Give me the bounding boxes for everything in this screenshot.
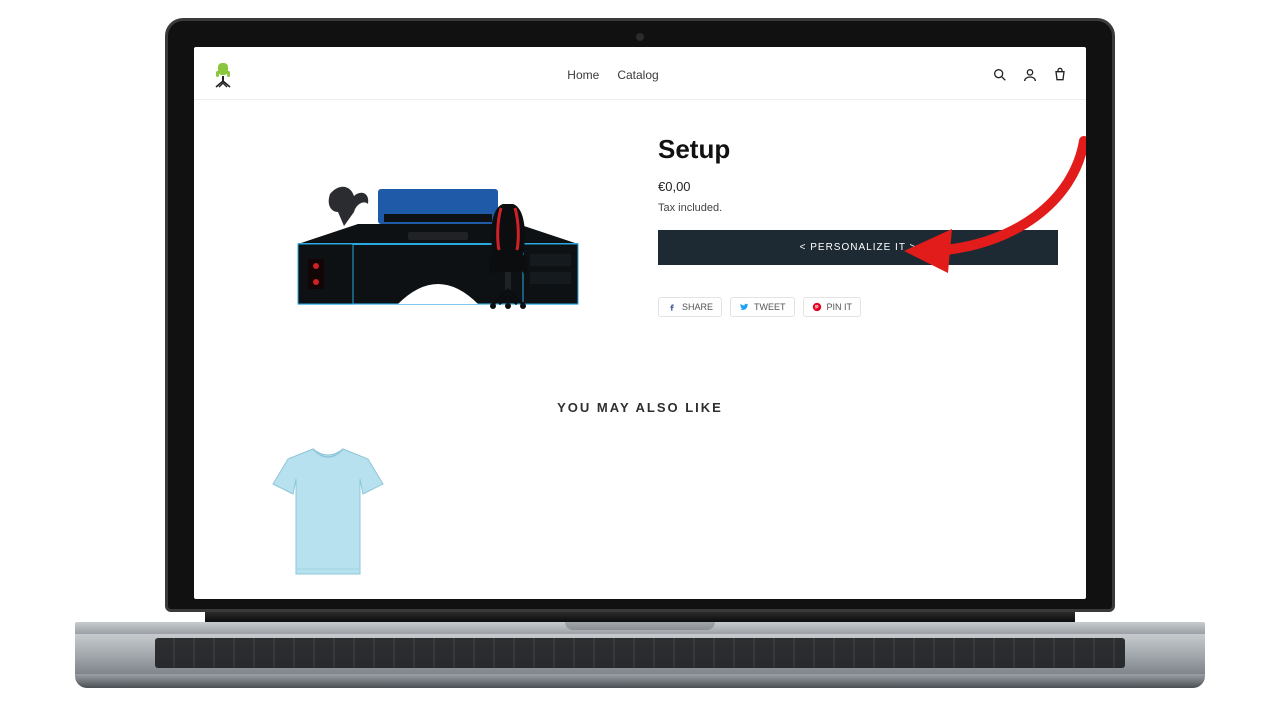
browser-viewport: Home Catalog (194, 47, 1086, 599)
recommendations-heading: YOU MAY ALSO LIKE (194, 400, 1086, 415)
pinterest-icon (812, 302, 822, 312)
laptop-base-top (75, 622, 1205, 634)
share-twitter[interactable]: TWEET (730, 297, 795, 317)
tax-note: Tax included. (658, 202, 1058, 214)
screen-bezel: Home Catalog (165, 18, 1115, 612)
social-share-row: SHARE TWEET PIN IT (658, 297, 1058, 317)
account-icon[interactable] (1022, 67, 1038, 83)
recommendations-grid (194, 415, 1086, 589)
search-icon[interactable] (992, 67, 1008, 83)
recommendation-item[interactable] (258, 439, 398, 589)
site-header: Home Catalog (194, 47, 1086, 100)
header-actions (992, 67, 1068, 83)
product-image (258, 134, 618, 354)
tshirt-image (258, 439, 398, 589)
personalize-button[interactable]: < PERSONALIZE IT > (658, 230, 1058, 265)
site-logo[interactable] (212, 61, 234, 89)
share-twitter-label: TWEET (754, 302, 786, 312)
laptop-mockup: Home Catalog (165, 18, 1115, 688)
facebook-icon (667, 302, 677, 312)
share-facebook[interactable]: SHARE (658, 297, 722, 317)
laptop-base-edge (75, 674, 1205, 688)
nav-home[interactable]: Home (567, 68, 599, 82)
nav-catalog[interactable]: Catalog (617, 68, 658, 82)
cart-icon[interactable] (1052, 67, 1068, 83)
chair-logo-icon (212, 61, 234, 89)
share-pinterest-label: PIN IT (827, 302, 853, 312)
product-info: Setup €0,00 Tax included. < PERSONALIZE … (658, 134, 1058, 354)
product-price: €0,00 (658, 179, 1058, 194)
laptop-hinge (205, 612, 1075, 622)
product-title: Setup (658, 134, 1058, 165)
share-pinterest[interactable]: PIN IT (803, 297, 862, 317)
product-section: Setup €0,00 Tax included. < PERSONALIZE … (194, 100, 1086, 374)
primary-nav: Home Catalog (567, 68, 658, 82)
twitter-icon (739, 302, 749, 312)
share-facebook-label: SHARE (682, 302, 713, 312)
laptop-keyboard (75, 634, 1205, 674)
